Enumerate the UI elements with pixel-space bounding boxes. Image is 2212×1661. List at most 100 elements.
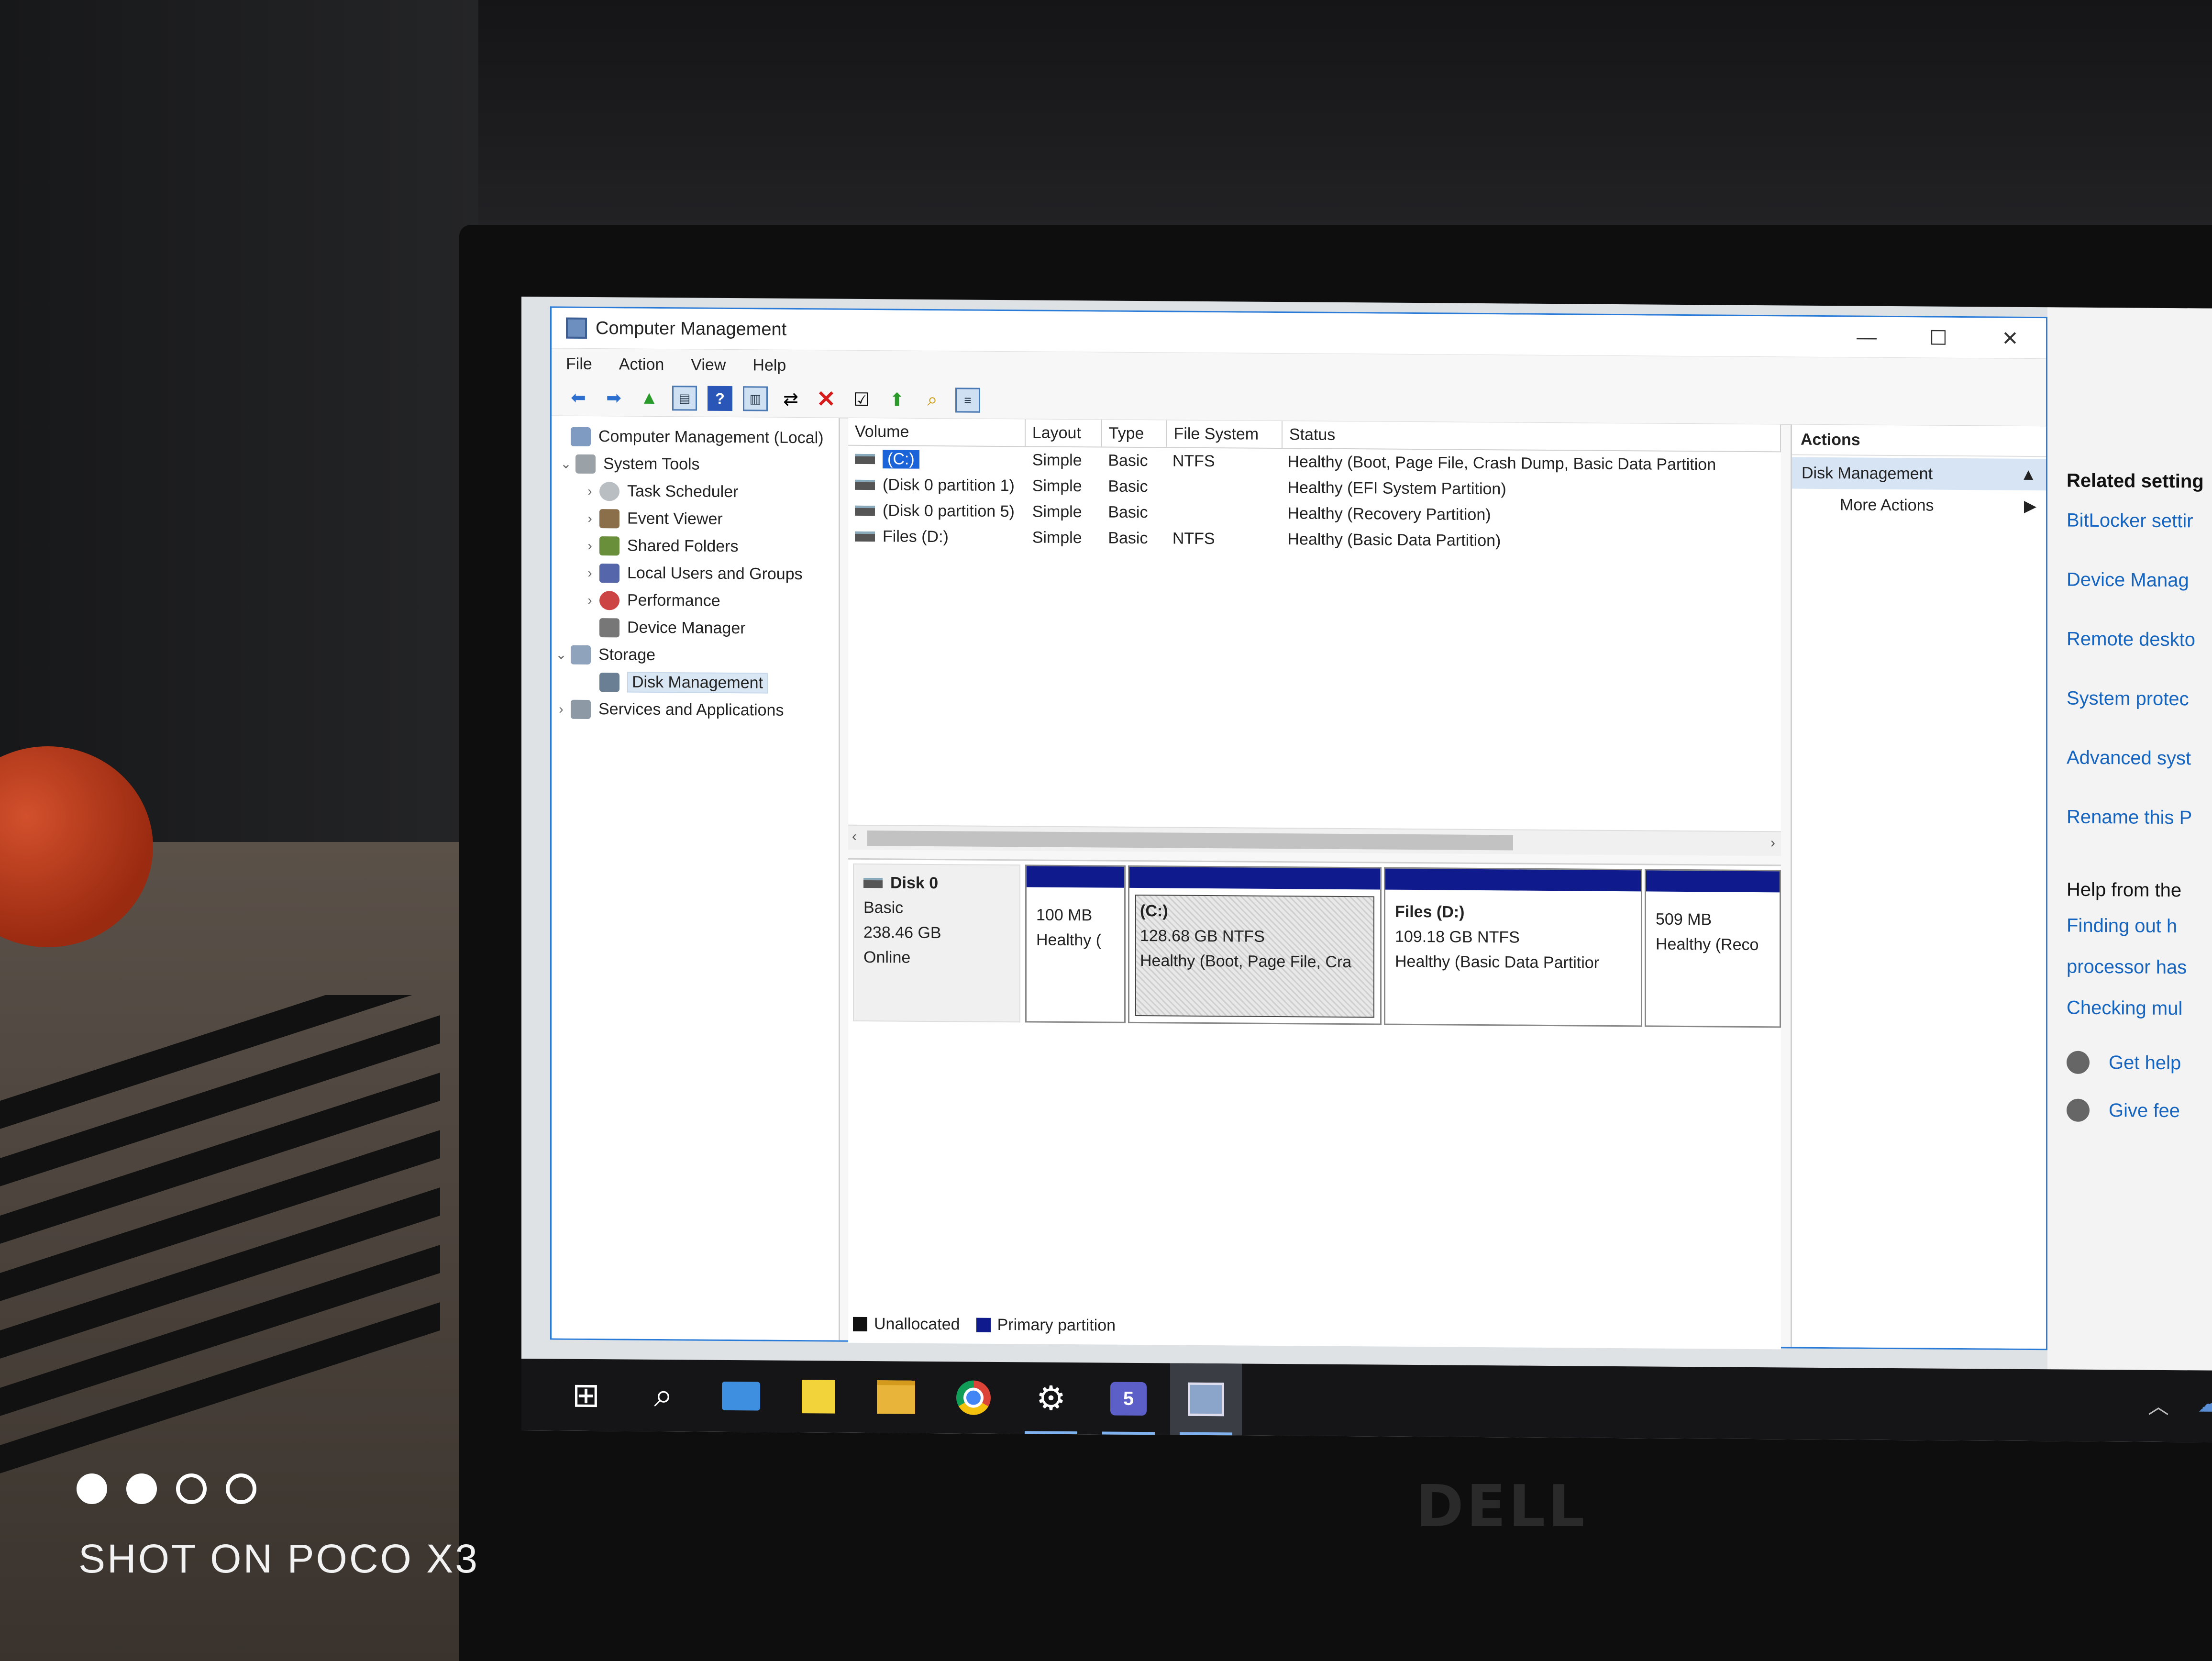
mail-icon[interactable] bbox=[705, 1360, 777, 1432]
link-remote-desktop[interactable]: Remote deskto bbox=[2067, 629, 2210, 689]
computer-icon bbox=[571, 427, 591, 446]
volume-icon bbox=[855, 454, 875, 464]
volume-name: (C:) bbox=[883, 449, 919, 469]
tree-item-task-scheduler[interactable]: › Task Scheduler bbox=[552, 477, 839, 506]
menu-action[interactable]: Action bbox=[619, 355, 664, 374]
taskbar: ⊞ ⌕ ⚙ 5 ︿ ☁ bbox=[521, 1359, 2212, 1442]
tree-item-storage[interactable]: ⌄ Storage bbox=[552, 641, 839, 670]
camera-watermark: SHOT ON POCO X3 bbox=[78, 1536, 479, 1581]
actions-section-disk-management[interactable]: Disk Management ▲ bbox=[1792, 457, 2046, 491]
tree-item-disk-management[interactable]: Disk Management bbox=[552, 668, 839, 697]
device-manager-icon bbox=[599, 618, 619, 637]
volume-icon bbox=[855, 505, 875, 516]
back-arrow-icon[interactable]: ⬅ bbox=[566, 385, 591, 410]
column-status[interactable]: Status bbox=[1282, 421, 1781, 452]
status-cell: Healthy (Recovery Partition) bbox=[1287, 504, 1491, 524]
start-windows-icon[interactable]: ⊞ bbox=[550, 1359, 622, 1431]
export-icon[interactable]: ⬆ bbox=[885, 387, 909, 412]
column-file-system[interactable]: File System bbox=[1167, 420, 1283, 448]
forward-arrow-icon[interactable]: ➡ bbox=[601, 385, 626, 410]
partition-d[interactable]: Files (D:) 109.18 GB NTFS Healthy (Basic… bbox=[1384, 867, 1642, 1027]
checklist-icon[interactable]: ☑ bbox=[849, 387, 874, 412]
partition-size: 509 MB bbox=[1656, 910, 1712, 929]
tree-item-local-users[interactable]: › Local Users and Groups bbox=[552, 559, 839, 588]
volume-icon bbox=[855, 531, 875, 542]
get-help-link[interactable]: Get help bbox=[2067, 1039, 2210, 1087]
connect-icon[interactable]: ⇄ bbox=[778, 387, 803, 411]
search-icon[interactable]: ⌕ bbox=[628, 1360, 699, 1432]
partition-size: 100 MB bbox=[1036, 906, 1093, 925]
menu-help[interactable]: Help bbox=[752, 356, 786, 375]
link-device-manager[interactable]: Device Manag bbox=[2067, 569, 2210, 630]
computer-management-window: Computer Management — ☐ ✕ File Action Vi… bbox=[550, 306, 2047, 1351]
chevron-down-icon[interactable]: ⌄ bbox=[552, 646, 571, 662]
file-explorer-icon[interactable] bbox=[860, 1361, 932, 1433]
link-advanced-system[interactable]: Advanced syst bbox=[2067, 747, 2210, 808]
help-link-finding[interactable]: Finding out h bbox=[2067, 915, 2210, 945]
chevron-right-icon[interactable]: › bbox=[580, 510, 599, 526]
tree-item-performance[interactable]: › Performance bbox=[552, 586, 839, 615]
search-folder-icon[interactable]: ⌕ bbox=[920, 388, 945, 412]
partition-status: Healthy (Basic Data Partitior bbox=[1395, 952, 1600, 972]
scrollbar-thumb[interactable] bbox=[867, 830, 1513, 851]
shared-folder-icon bbox=[599, 536, 619, 555]
chevron-right-icon[interactable]: › bbox=[580, 565, 599, 580]
up-folder-icon[interactable]: ▲ bbox=[637, 386, 662, 410]
disk-management-pane: Volume Layout Type File System Status (C… bbox=[848, 418, 1781, 1350]
partition-name: Files (D:) bbox=[1395, 902, 1465, 921]
column-layout[interactable]: Layout bbox=[1025, 419, 1102, 447]
column-type[interactable]: Type bbox=[1102, 420, 1167, 447]
chevron-right-icon[interactable]: › bbox=[580, 592, 599, 608]
scroll-left-icon[interactable]: ‹ bbox=[852, 829, 857, 845]
tree-item-root[interactable]: Computer Management (Local) bbox=[552, 422, 839, 452]
disk-management-icon bbox=[599, 672, 619, 692]
column-volume[interactable]: Volume bbox=[848, 418, 1026, 446]
properties-icon[interactable]: ≡ bbox=[955, 388, 980, 413]
link-rename-pc[interactable]: Rename this P bbox=[2067, 807, 2210, 867]
disk-0-label[interactable]: Disk 0 Basic 238.46 GB Online bbox=[853, 863, 1020, 1023]
scroll-right-icon[interactable]: › bbox=[1770, 835, 1775, 851]
close-button[interactable]: ✕ bbox=[1974, 318, 2046, 358]
computer-management-taskbar-icon[interactable] bbox=[1170, 1363, 1242, 1436]
menu-file[interactable]: File bbox=[566, 354, 592, 373]
chevron-down-icon[interactable]: ⌄ bbox=[556, 456, 575, 472]
disk-type: Basic bbox=[863, 898, 904, 917]
chevron-right-icon[interactable]: › bbox=[580, 538, 599, 553]
show-hide-tree-icon[interactable]: ▤ bbox=[672, 386, 697, 411]
tree-item-services[interactable]: › Services and Applications bbox=[552, 695, 839, 724]
link-system-protection[interactable]: System protec bbox=[2067, 688, 2210, 748]
teams-icon[interactable]: 5 bbox=[1093, 1362, 1164, 1435]
tree-item-system-tools[interactable]: ⌄ System Tools bbox=[552, 450, 839, 479]
partition-recovery[interactable]: 509 MB Healthy (Reco bbox=[1645, 869, 1781, 1028]
partition-size: 109.18 GB NTFS bbox=[1395, 927, 1520, 947]
menu-view[interactable]: View bbox=[691, 355, 726, 375]
action-pane-icon[interactable]: ▥ bbox=[743, 386, 768, 411]
tray-chevron-up-icon[interactable]: ︿ bbox=[2148, 1389, 2169, 1420]
type-cell: Basic bbox=[1108, 451, 1148, 470]
chevron-right-icon[interactable]: › bbox=[580, 483, 599, 498]
maximize-button[interactable]: ☐ bbox=[1902, 317, 1974, 358]
primary-partition-swatch bbox=[976, 1318, 991, 1332]
give-feedback-link[interactable]: Give fee bbox=[2067, 1086, 2210, 1135]
tree-item-shared-folders[interactable]: › Shared Folders bbox=[552, 532, 839, 561]
fs-cell bbox=[1166, 512, 1281, 513]
minimize-button[interactable]: — bbox=[1831, 317, 1902, 357]
partition-efi[interactable]: 100 MB Healthy ( bbox=[1025, 864, 1126, 1023]
help-link-processor[interactable]: processor has bbox=[2067, 956, 2210, 986]
collapse-arrow-icon[interactable]: ▲ bbox=[2020, 465, 2036, 484]
settings-gear-icon[interactable]: ⚙ bbox=[1015, 1362, 1087, 1435]
chevron-right-icon[interactable]: › bbox=[552, 701, 571, 717]
disk-icon bbox=[863, 877, 883, 888]
chrome-icon[interactable] bbox=[938, 1362, 1009, 1434]
onedrive-cloud-icon[interactable]: ☁ bbox=[2198, 1389, 2212, 1417]
help-icon[interactable]: ? bbox=[708, 386, 732, 411]
tree-item-event-viewer[interactable]: › Event Viewer bbox=[552, 504, 839, 533]
more-actions-item[interactable]: More Actions ▶ bbox=[1792, 489, 2046, 522]
tree-item-device-manager[interactable]: Device Manager bbox=[552, 613, 839, 642]
partition-c[interactable]: (C:) 128.68 GB NTFS Healthy (Boot, Page … bbox=[1128, 865, 1382, 1025]
delete-icon[interactable]: ✕ bbox=[814, 387, 839, 412]
layout-cell: Simple bbox=[1032, 476, 1082, 495]
help-link-checking[interactable]: Checking mul bbox=[2067, 997, 2210, 1027]
sticky-notes-icon[interactable] bbox=[783, 1361, 854, 1433]
link-bitlocker[interactable]: BitLocker settir bbox=[2067, 510, 2210, 570]
